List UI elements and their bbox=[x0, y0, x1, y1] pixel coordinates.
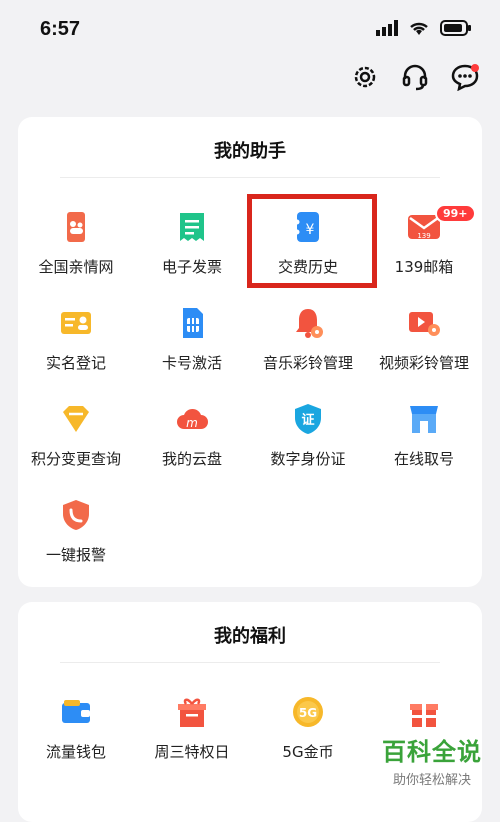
mail-139-icon: 139 99+ bbox=[407, 204, 476, 244]
tile-payment-history[interactable]: ¥ 交费历史 bbox=[250, 192, 366, 288]
tile-label: 流量钱包 bbox=[45, 743, 106, 761]
mail-count-badge: 99+ bbox=[435, 204, 476, 223]
tile-label: 实名登记 bbox=[45, 354, 106, 372]
status-icons bbox=[376, 20, 472, 36]
digital-id-icon: 证 bbox=[291, 402, 325, 436]
tile-label: 数字身份证 bbox=[270, 450, 346, 468]
status-time: 6:57 bbox=[40, 18, 81, 40]
tile-label: 电子发票 bbox=[161, 258, 222, 276]
tile-digital-id[interactable]: 证 数字身份证 bbox=[250, 384, 366, 480]
tile-queue-number[interactable]: 在线取号 bbox=[366, 384, 482, 480]
music-ringtone-icon bbox=[291, 306, 325, 340]
tile-label: 积分变更查询 bbox=[30, 450, 121, 468]
tile-wednesday-privilege[interactable]: 周三特权日 bbox=[134, 677, 250, 773]
tile-alarm[interactable]: 一键报警 bbox=[18, 480, 134, 576]
video-ringtone-icon bbox=[407, 306, 441, 340]
tile-e-invoice[interactable]: 电子发票 bbox=[134, 192, 250, 288]
tile-points[interactable]: 积分变更查询 bbox=[18, 384, 134, 480]
tile-label: 卡号激活 bbox=[161, 354, 222, 372]
payment-history-icon: ¥ bbox=[291, 210, 325, 244]
customer-service-icon bbox=[402, 64, 428, 91]
coin-text: 5G bbox=[299, 706, 317, 720]
tile-label: 在线取号 bbox=[393, 450, 454, 468]
tile-label: 我的云盘 bbox=[161, 450, 222, 468]
tile-music-ringtone[interactable]: 音乐彩铃管理 bbox=[250, 288, 366, 384]
watermark-title: 百科全说 bbox=[382, 738, 482, 766]
tile-label: 139邮箱 bbox=[394, 258, 454, 276]
settings-button[interactable] bbox=[350, 62, 380, 92]
sim-card-icon bbox=[175, 306, 209, 340]
svg-text:证: 证 bbox=[301, 413, 314, 428]
watermark: 百科全说 助你轻松解决 bbox=[372, 732, 492, 792]
gift-box-icon bbox=[175, 695, 209, 729]
cloud-drive-icon: m bbox=[175, 402, 209, 436]
e-invoice-icon bbox=[175, 210, 209, 244]
family-network-icon bbox=[59, 210, 93, 244]
tile-mail-139[interactable]: 139 99+ 139邮箱 bbox=[366, 192, 482, 288]
5g-coin-icon: 5G bbox=[291, 695, 325, 729]
tile-family-network[interactable]: 全国亲情网 bbox=[18, 192, 134, 288]
tile-video-ringtone[interactable]: 视频彩铃管理 bbox=[366, 288, 482, 384]
svg-text:¥: ¥ bbox=[306, 222, 315, 238]
watermark-subtitle: 助你轻松解决 bbox=[392, 773, 471, 788]
top-actions bbox=[350, 62, 480, 92]
tile-label: 一键报警 bbox=[45, 546, 106, 564]
tile-label: 交费历史 bbox=[277, 258, 338, 276]
data-wallet-icon bbox=[59, 695, 93, 729]
customer-service-button[interactable] bbox=[400, 62, 430, 92]
tile-label: 音乐彩铃管理 bbox=[262, 354, 353, 372]
tile-sim-card[interactable]: 卡号激活 bbox=[134, 288, 250, 384]
points-icon bbox=[59, 402, 93, 436]
status-bar: 6:57 bbox=[0, 0, 500, 60]
benefits-title: 我的福利 bbox=[214, 626, 286, 647]
tile-real-name[interactable]: 实名登记 bbox=[18, 288, 134, 384]
assistant-card: 我的助手 全国亲情网 电子发票 ¥ 交费历史 139 99+ 139邮箱 实名登… bbox=[18, 117, 482, 587]
tile-cloud-drive[interactable]: m 我的云盘 bbox=[134, 384, 250, 480]
tile-label: 周三特权日 bbox=[154, 743, 230, 761]
wifi-icon bbox=[410, 22, 428, 35]
gift-icon bbox=[407, 695, 441, 729]
alarm-icon bbox=[59, 498, 93, 532]
tile-label: 全国亲情网 bbox=[38, 258, 114, 276]
signal-icon bbox=[376, 20, 398, 36]
real-name-icon bbox=[59, 306, 93, 340]
assistant-title: 我的助手 bbox=[214, 141, 286, 162]
settings-icon bbox=[354, 66, 376, 88]
battery-icon bbox=[440, 20, 471, 36]
svg-text:m: m bbox=[186, 416, 198, 430]
message-icon bbox=[451, 64, 479, 91]
tile-data-wallet[interactable]: 流量钱包 bbox=[18, 677, 134, 773]
tile-label: 5G金币 bbox=[282, 743, 334, 761]
assistant-grid: 全国亲情网 电子发票 ¥ 交费历史 139 99+ 139邮箱 实名登记 卡号激… bbox=[18, 178, 482, 576]
queue-number-icon bbox=[407, 402, 441, 436]
tile-label: 视频彩铃管理 bbox=[378, 354, 469, 372]
message-button[interactable] bbox=[450, 62, 480, 92]
svg-text:139: 139 bbox=[417, 232, 430, 240]
tile-5g-coin[interactable]: 5G 5G金币 bbox=[250, 677, 366, 773]
